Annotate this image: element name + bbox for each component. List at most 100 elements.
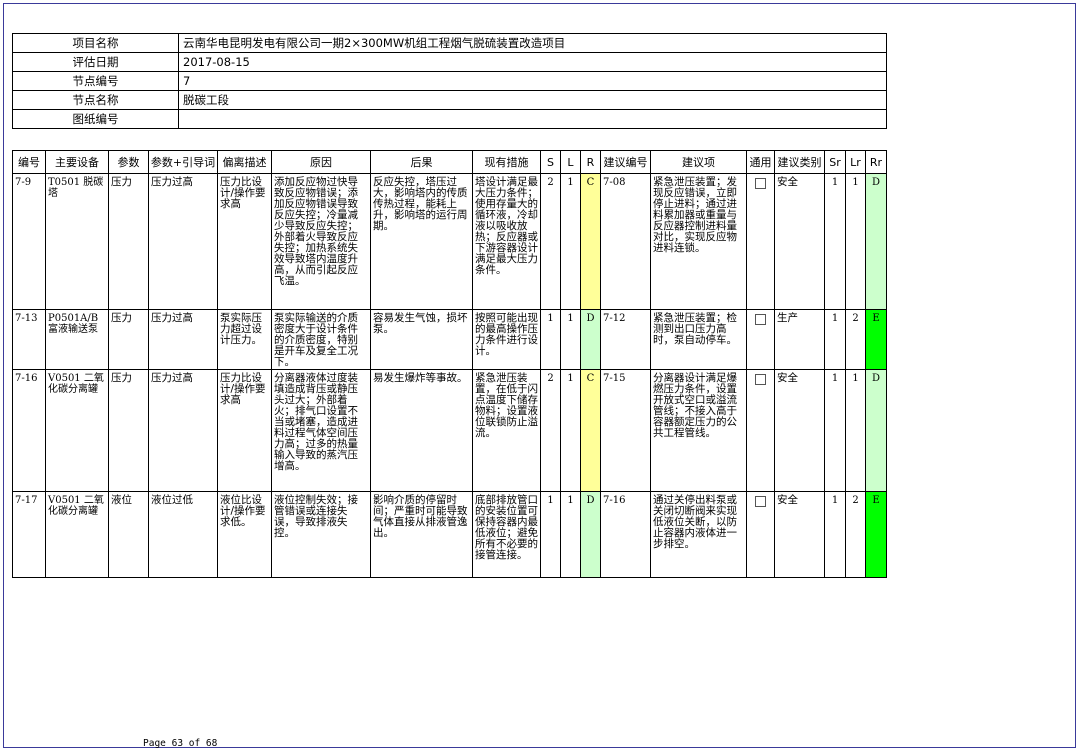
project-name-label: 项目名称 [12, 33, 179, 53]
col-header-id: 编号 [12, 150, 46, 174]
common-checkbox[interactable] [755, 496, 766, 507]
node-number-value: 7 [178, 71, 887, 91]
row-sr: 1 [824, 369, 846, 492]
node-name-row: 节点名称 脱碳工段 [12, 90, 887, 110]
row-rr: D [865, 369, 887, 492]
col-header-common: 通用 [746, 150, 775, 174]
row-lr: 2 [845, 491, 866, 578]
row-rec-id: 7-08 [600, 173, 651, 310]
row-cause: 分离器液体过度装填造成背压或静压头过大；外部着火；排气口设置不当或堵塞，造成进料… [271, 369, 371, 492]
row-rr: E [865, 491, 887, 578]
row-deviation: 压力比设计/操作要求高 [217, 369, 272, 492]
col-header-sr: Sr [824, 150, 846, 174]
col-header-lr: Lr [845, 150, 866, 174]
col-header-cause: 原因 [271, 150, 371, 174]
row-equipment: V0501 二氧化碳分离罐 [45, 491, 109, 578]
row-r: D [580, 491, 601, 578]
col-header-category: 建议类别 [774, 150, 825, 174]
drawing-number-row: 图纸编号 [12, 109, 887, 129]
row-consequence: 影响介质的停留时间；严重时可能导致气体直接从排液管逸出。 [370, 491, 473, 578]
common-checkbox[interactable] [755, 374, 766, 385]
common-checkbox[interactable] [755, 314, 766, 325]
row-l: 1 [560, 491, 581, 578]
row-s: 2 [540, 369, 561, 492]
row-id: 7-16 [12, 369, 46, 492]
row-category: 安全 [774, 173, 825, 310]
col-header-r: R [580, 150, 601, 174]
table-row: 7-13 P0501A/B富液输送泵 压力 压力过高 泵实际压力超过设计压力。 … [12, 309, 887, 370]
eval-date-row: 评估日期 2017-08-15 [12, 52, 887, 72]
table-row: 7-17 V0501 二氧化碳分离罐 液位 液位过低 液位比设计/操作要求低。 … [12, 491, 887, 578]
row-l: 1 [560, 309, 581, 370]
row-safeguards: 按照可能出现的最高操作压力条件进行设计。 [472, 309, 541, 370]
row-recommendation: 通过关停出料泵或关闭切断阀来实现低液位关断，以防止容器内液体进一步排空。 [650, 491, 747, 578]
col-header-param-guide: 参数+引导词 [148, 150, 218, 174]
col-header-param: 参数 [108, 150, 149, 174]
col-header-safeguards: 现有措施 [472, 150, 541, 174]
table-row: 7-16 V0501 二氧化碳分离罐 压力 压力过高 压力比设计/操作要求高 分… [12, 369, 887, 492]
row-safeguards: 塔设计满足最大压力条件；使用存量大的循环液，冷却液以吸收放热；反应器或下游容器设… [472, 173, 541, 310]
row-r: C [580, 173, 601, 310]
row-common [746, 309, 775, 370]
row-param-guide: 压力过高 [148, 173, 218, 310]
row-param-guide: 液位过低 [148, 491, 218, 578]
row-l: 1 [560, 173, 581, 310]
drawing-number-value [178, 109, 887, 129]
page-footer: Page 63 of 68 [143, 738, 218, 749]
eval-date-value: 2017-08-15 [178, 52, 887, 72]
row-deviation: 压力比设计/操作要求高 [217, 173, 272, 310]
row-recommendation: 紧急泄压装置；发现反应错误，立即停止进料；通过进料累加器或重量与反应器控制进料量… [650, 173, 747, 310]
row-cause: 添加反应物过快导致反应物错误；添加反应物错误导致反应失控；冷量减少导致反应失控；… [271, 173, 371, 310]
row-param: 液位 [108, 491, 149, 578]
row-rec-id: 7-12 [600, 309, 651, 370]
eval-date-label: 评估日期 [12, 52, 179, 72]
common-checkbox[interactable] [755, 178, 766, 189]
row-id: 7-17 [12, 491, 46, 578]
row-deviation: 泵实际压力超过设计压力。 [217, 309, 272, 370]
row-cause: 泵实际输送的介质密度大于设计条件的介质密度，特别是开车及复全工况下。 [271, 309, 371, 370]
row-sr: 1 [824, 309, 846, 370]
row-safeguards: 底部排放管口的安装位置可保持容器内最低液位；避免所有不必要的接管连接。 [472, 491, 541, 578]
row-param-guide: 压力过高 [148, 309, 218, 370]
row-equipment: T0501 脱碳塔 [45, 173, 109, 310]
row-consequence: 容易发生气蚀，损坏泵。 [370, 309, 473, 370]
node-number-label: 节点编号 [12, 71, 179, 91]
row-safeguards: 紧急泄压装置，在低于闪点温度下储存物料；设置液位联锁防止溢流。 [472, 369, 541, 492]
row-category: 生产 [774, 309, 825, 370]
project-info-table: 项目名称 云南华电昆明发电有限公司一期2×300MW机组工程烟气脱硫装置改造项目… [12, 33, 887, 129]
row-lr: 2 [845, 309, 866, 370]
col-header-s: S [540, 150, 561, 174]
row-param: 压力 [108, 369, 149, 492]
row-rr: E [865, 309, 887, 370]
row-rr: D [865, 173, 887, 310]
node-name-value: 脱碳工段 [178, 90, 887, 110]
row-consequence: 易发生爆炸等事故。 [370, 369, 473, 492]
row-rec-id: 7-16 [600, 491, 651, 578]
table-row: 7-9 T0501 脱碳塔 压力 压力过高 压力比设计/操作要求高 添加反应物过… [12, 173, 887, 310]
col-header-l: L [560, 150, 581, 174]
row-equipment: V0501 二氧化碳分离罐 [45, 369, 109, 492]
row-recommendation: 分离器设计满足爆燃压力条件，设置开放式空口或溢流管线；不接入高于容器额定压力的公… [650, 369, 747, 492]
row-consequence: 反应失控，塔压过大，影响塔内的传质传热过程，能耗上升，影响塔的运行周期。 [370, 173, 473, 310]
node-name-label: 节点名称 [12, 90, 179, 110]
row-category: 安全 [774, 491, 825, 578]
row-common [746, 173, 775, 310]
row-cause: 液位控制失效；接管错误或连接失误，导致排液失控。 [271, 491, 371, 578]
row-l: 1 [560, 369, 581, 492]
col-header-equipment: 主要设备 [45, 150, 109, 174]
col-header-consequence: 后果 [370, 150, 473, 174]
row-lr: 1 [845, 173, 866, 310]
row-id: 7-13 [12, 309, 46, 370]
row-r: D [580, 309, 601, 370]
col-header-recommendation: 建议项 [650, 150, 747, 174]
row-param-guide: 压力过高 [148, 369, 218, 492]
row-s: 2 [540, 173, 561, 310]
row-equipment: P0501A/B富液输送泵 [45, 309, 109, 370]
row-param: 压力 [108, 173, 149, 310]
row-r: C [580, 369, 601, 492]
row-common [746, 491, 775, 578]
row-sr: 1 [824, 173, 846, 310]
row-category: 安全 [774, 369, 825, 492]
row-rec-id: 7-15 [600, 369, 651, 492]
project-name-value: 云南华电昆明发电有限公司一期2×300MW机组工程烟气脱硫装置改造项目 [178, 33, 887, 53]
